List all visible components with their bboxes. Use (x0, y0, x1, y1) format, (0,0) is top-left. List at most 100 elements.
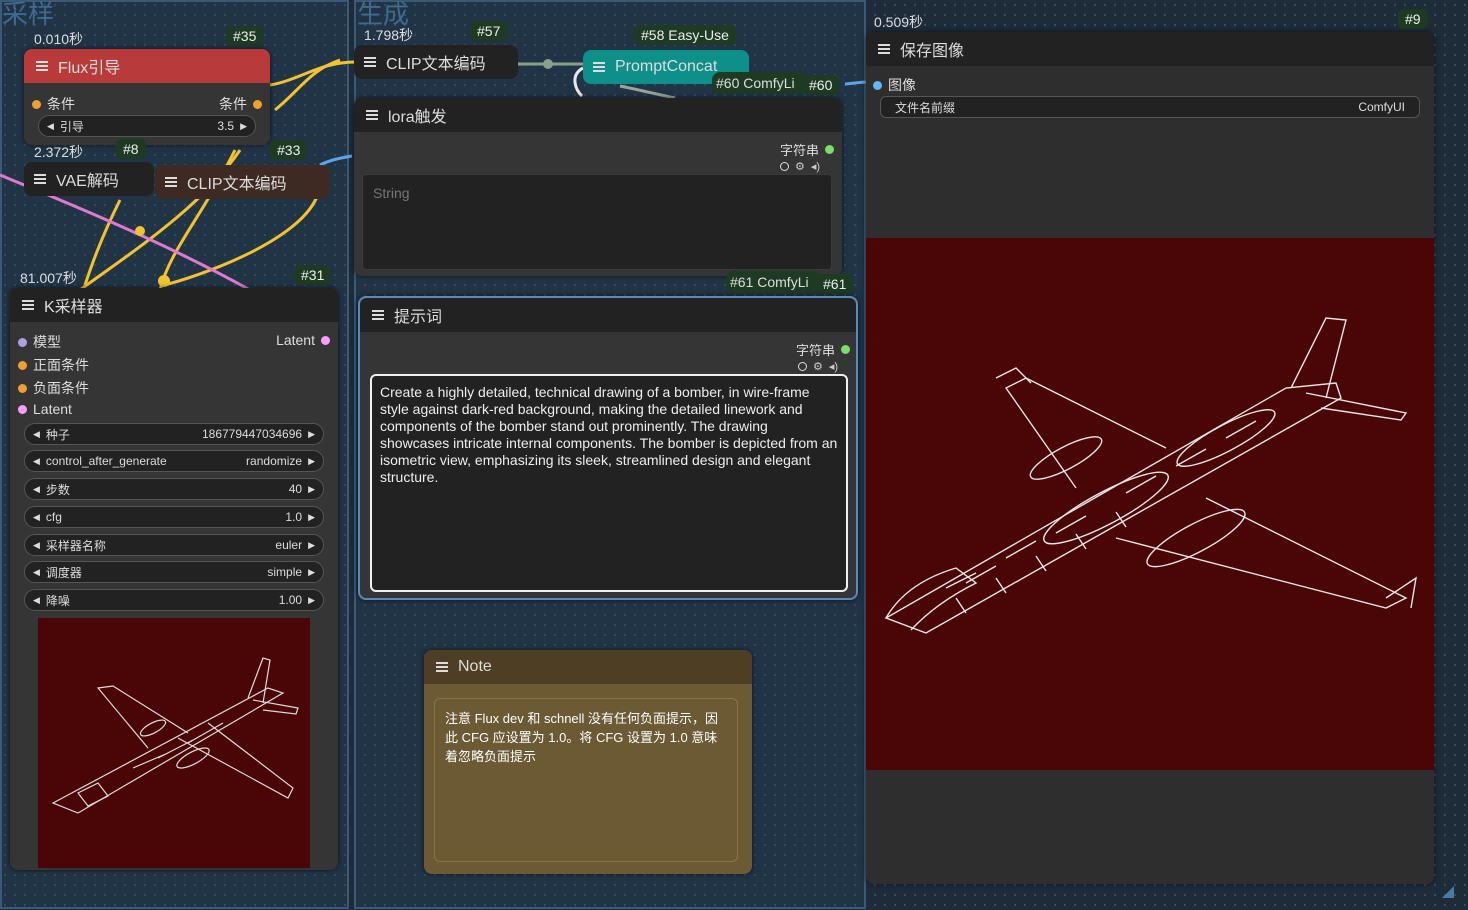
input-slot-conditioning[interactable]: 条件 (32, 94, 75, 114)
slot-label: 字符串 (795, 343, 835, 358)
widget-value: simple (267, 565, 303, 579)
widget-label: 步数 (45, 482, 70, 497)
input-slot-model[interactable]: 模型 (18, 332, 61, 352)
node-title: #60 ComfyLi (716, 75, 795, 91)
output-slot-string[interactable]: 字符串 (780, 140, 834, 159)
arrow-right-icon[interactable]: ▶ (308, 484, 315, 495)
flux-guide-node[interactable]: Flux引导 条件 条件 ◀ 引导 3.5 ▶ (24, 49, 270, 145)
link-grey (619, 84, 676, 100)
output-slot-controls[interactable]: ⚙ ◂) (779, 160, 820, 173)
slot-label: 模型 (33, 334, 61, 350)
menu-icon[interactable] (34, 174, 46, 184)
node-title-bar[interactable]: 提示词 (360, 298, 856, 332)
ksampler-node[interactable]: K采样器 模型 正面条件 负面条件 Latent Latent ◀ 种子 1867… (10, 288, 338, 870)
arrow-right-icon[interactable]: ▶ (308, 429, 315, 440)
arrow-right-icon[interactable]: ▶ (308, 595, 315, 606)
input-slot-positive[interactable]: 正面条件 (18, 355, 89, 375)
input-slot-image[interactable]: 图像 (873, 75, 916, 95)
bomber-wireframe-preview (51, 657, 299, 814)
resize-handle-icon[interactable] (1442, 886, 1454, 898)
slot-label: Latent (276, 332, 315, 348)
node-title: PromptConcat (615, 58, 718, 75)
clip-encode-57-node[interactable]: CLIP文本编码 (354, 45, 518, 79)
input-slot-negative[interactable]: 负面条件 (18, 378, 89, 398)
menu-icon[interactable] (372, 310, 384, 320)
scheduler-widget[interactable]: ◀ 调度器 simple ▶ (24, 561, 324, 583)
menu-icon[interactable] (593, 62, 605, 72)
menu-icon[interactable] (366, 110, 378, 120)
widget-value: 1.00 (278, 593, 303, 607)
note-node[interactable]: Note 注意 Flux dev 和 schnell 没有任何负面提示，因此 C… (424, 650, 752, 874)
slot-dot (321, 335, 330, 345)
circle-icon[interactable] (797, 362, 807, 371)
node-badge: #57 (470, 21, 508, 41)
filename-prefix-widget[interactable]: 文件名前缀 ComfyUI (880, 96, 1420, 118)
link-clip33-to-flux (274, 58, 341, 112)
arrow-left-icon[interactable]: ◀ (33, 512, 40, 523)
bomber-wireframe-image (884, 317, 1417, 634)
guidance-widget[interactable]: ◀ 引导 3.5 ▶ (38, 115, 256, 137)
lora-trigger-input[interactable] (362, 174, 832, 270)
clip-encode-33-node[interactable]: CLIP文本编码 (155, 165, 330, 199)
prompt-node[interactable]: 提示词 字符串 ⚙ ◂) Create a highly detailed, t… (358, 296, 858, 600)
node-badge: #60 (802, 75, 840, 95)
sampler-name-widget[interactable]: ◀ 采样器名称 euler ▶ (24, 534, 324, 556)
input-slot-latent[interactable]: Latent (18, 401, 72, 417)
menu-icon[interactable] (364, 57, 376, 67)
steps-widget[interactable]: ◀ 步数 40 ▶ (24, 478, 324, 500)
node-title-bar[interactable]: 保存图像 (866, 32, 1434, 66)
comfyli-61-node[interactable]: #61 ComfyLi (726, 271, 822, 293)
menu-icon[interactable] (22, 300, 34, 310)
lora-trigger-node[interactable]: lora触发 字符串 ⚙ ◂) (354, 98, 842, 276)
slot-label: 图像 (888, 77, 916, 93)
slot-dot (825, 145, 834, 154)
node-title-bar[interactable]: Flux引导 (24, 49, 270, 83)
node-title-bar[interactable]: K采样器 (10, 288, 338, 322)
arrow-right-icon[interactable]: ▶ (308, 512, 315, 523)
arrow-left-icon[interactable]: ◀ (33, 567, 40, 578)
note-text-area[interactable]: 注意 Flux dev 和 schnell 没有任何负面提示，因此 CFG 应设… (434, 698, 738, 862)
speaker-icon[interactable]: ◂) (811, 160, 820, 173)
arrow-left-icon[interactable]: ◀ (33, 595, 40, 606)
link-dot (135, 226, 145, 236)
menu-icon[interactable] (878, 44, 890, 54)
arrow-right-icon[interactable]: ▶ (240, 121, 247, 132)
control-after-generate-widget[interactable]: ◀ control_after_generate randomize ▶ (24, 450, 324, 472)
gear-icon[interactable]: ⚙ (813, 360, 823, 373)
node-title: CLIP文本编码 (187, 176, 287, 193)
circle-icon[interactable] (779, 162, 789, 171)
arrow-right-icon[interactable]: ▶ (308, 567, 315, 578)
save-image-node[interactable]: 保存图像 图像 文件名前缀 ComfyUI (866, 32, 1434, 884)
speaker-icon[interactable]: ◂) (829, 360, 838, 373)
slot-label: 正面条件 (33, 357, 89, 373)
output-slot-latent[interactable]: Latent (276, 332, 330, 348)
arrow-right-icon[interactable]: ▶ (308, 456, 315, 467)
menu-icon[interactable] (436, 662, 448, 672)
denoise-widget[interactable]: ◀ 降噪 1.00 ▶ (24, 589, 324, 611)
arrow-left-icon[interactable]: ◀ (33, 540, 40, 551)
arrow-left-icon[interactable]: ◀ (47, 121, 54, 132)
prompt-text-input[interactable]: Create a highly detailed, technical draw… (370, 374, 848, 592)
menu-icon[interactable] (165, 177, 177, 187)
slot-dot (873, 80, 882, 90)
node-title-bar[interactable]: lora触发 (354, 98, 842, 132)
comfyli-60-node[interactable]: #60 ComfyLi (712, 72, 808, 94)
slot-label: Latent (33, 401, 72, 417)
output-slot-string[interactable]: 字符串 (796, 340, 850, 359)
arrow-left-icon[interactable]: ◀ (33, 456, 40, 467)
latent-preview-image (38, 618, 310, 868)
menu-icon[interactable] (36, 61, 48, 71)
cfg-widget[interactable]: ◀ cfg 1.0 ▶ (24, 506, 324, 528)
arrow-right-icon[interactable]: ▶ (308, 540, 315, 551)
seed-widget[interactable]: ◀ 种子 186779447034696 ▶ (24, 423, 324, 445)
node-title-bar[interactable]: Note (424, 650, 752, 684)
node-timing: 0.509秒 (874, 14, 924, 30)
output-slot-controls[interactable]: ⚙ ◂) (797, 360, 838, 373)
widget-label: 采样器名称 (45, 538, 106, 553)
gear-icon[interactable]: ⚙ (795, 160, 805, 173)
slot-label: 条件 (47, 96, 75, 112)
output-slot-conditioning[interactable]: 条件 (219, 94, 262, 114)
arrow-left-icon[interactable]: ◀ (33, 429, 40, 440)
vae-decode-node[interactable]: VAE解码 (24, 162, 154, 196)
arrow-left-icon[interactable]: ◀ (33, 484, 40, 495)
